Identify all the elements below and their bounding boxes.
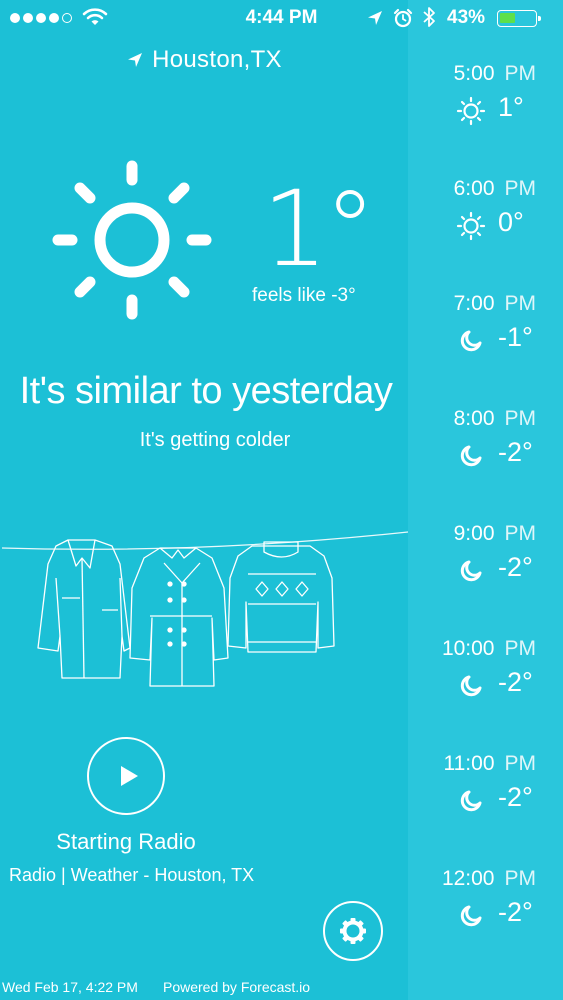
hourly-item: 11:00 PM -2° xyxy=(408,690,563,812)
radio-title: Starting Radio xyxy=(56,829,196,854)
gear-icon xyxy=(340,918,366,944)
hour-time: 6:00 xyxy=(453,177,495,200)
hour-ampm: PM xyxy=(504,522,537,545)
hourly-item: 8:00 PM -2° xyxy=(408,345,563,467)
sweater-icon xyxy=(227,541,335,653)
hour-label: 10:00 PM xyxy=(408,637,536,661)
current-temperature: 1° xyxy=(262,168,376,290)
hour-time: 7:00 xyxy=(453,292,495,315)
powered-by-link[interactable]: Powered by Forecast.io xyxy=(163,979,310,995)
hour-temperature: -2° xyxy=(498,897,533,927)
sun-icon xyxy=(52,160,212,320)
hour-label: 12:00 PM xyxy=(408,867,536,891)
hour-label: 7:00 PM xyxy=(408,292,536,316)
hour-ampm: PM xyxy=(504,752,537,775)
hourly-item: 5:00 PM 1° xyxy=(408,0,563,126)
hour-time: 5:00 xyxy=(453,62,495,85)
weather-subline: It's getting colder xyxy=(139,429,291,451)
hour-time: 12:00 xyxy=(441,867,495,890)
hour-ampm: PM xyxy=(504,407,537,430)
hour-time: 10:00 xyxy=(441,637,495,660)
hourly-item: 12:00 PM -2° xyxy=(408,805,563,927)
hour-label: 5:00 PM xyxy=(408,62,536,86)
hourly-item: 9:00 PM -2° xyxy=(408,460,563,582)
jacket-icon xyxy=(37,539,131,679)
hour-ampm: PM xyxy=(504,62,537,85)
weather-headline: It's similar to yesterday xyxy=(19,370,393,412)
hour-ampm: PM xyxy=(504,177,537,200)
hour-label: 6:00 PM xyxy=(408,177,536,201)
last-updated: Wed Feb 17, 4:22 PM xyxy=(2,979,138,995)
hourly-item: 6:00 PM 0° xyxy=(408,115,563,241)
hour-ampm: PM xyxy=(504,867,537,890)
hourly-item: 7:00 PM -1° xyxy=(408,230,563,352)
clothesline-illustration xyxy=(1,531,408,687)
hour-label: 11:00 PM xyxy=(408,752,537,776)
hour-time: 8:00 xyxy=(453,407,495,430)
hour-ampm: PM xyxy=(504,637,537,660)
hourly-item: 10:00 PM -2° xyxy=(408,575,563,697)
hour-ampm: PM xyxy=(504,292,537,315)
coat-icon xyxy=(129,547,229,687)
hour-label: 8:00 PM xyxy=(408,407,536,431)
hour-time: 11:00 xyxy=(443,752,495,775)
location-services-icon xyxy=(368,11,382,25)
location-label[interactable]: Houston,TX xyxy=(0,46,408,74)
location-name: Houston,TX xyxy=(152,46,282,73)
hour-label: 9:00 PM xyxy=(408,522,536,546)
moon-icon xyxy=(456,901,486,936)
radio-subtitle: Radio | Weather - Houston, TX xyxy=(9,865,255,885)
settings-button[interactable] xyxy=(323,901,383,961)
hour-time: 9:00 xyxy=(453,522,495,545)
location-arrow-icon xyxy=(128,53,143,67)
feels-like-text: feels like -3° xyxy=(252,285,356,306)
play-button[interactable] xyxy=(87,737,165,815)
